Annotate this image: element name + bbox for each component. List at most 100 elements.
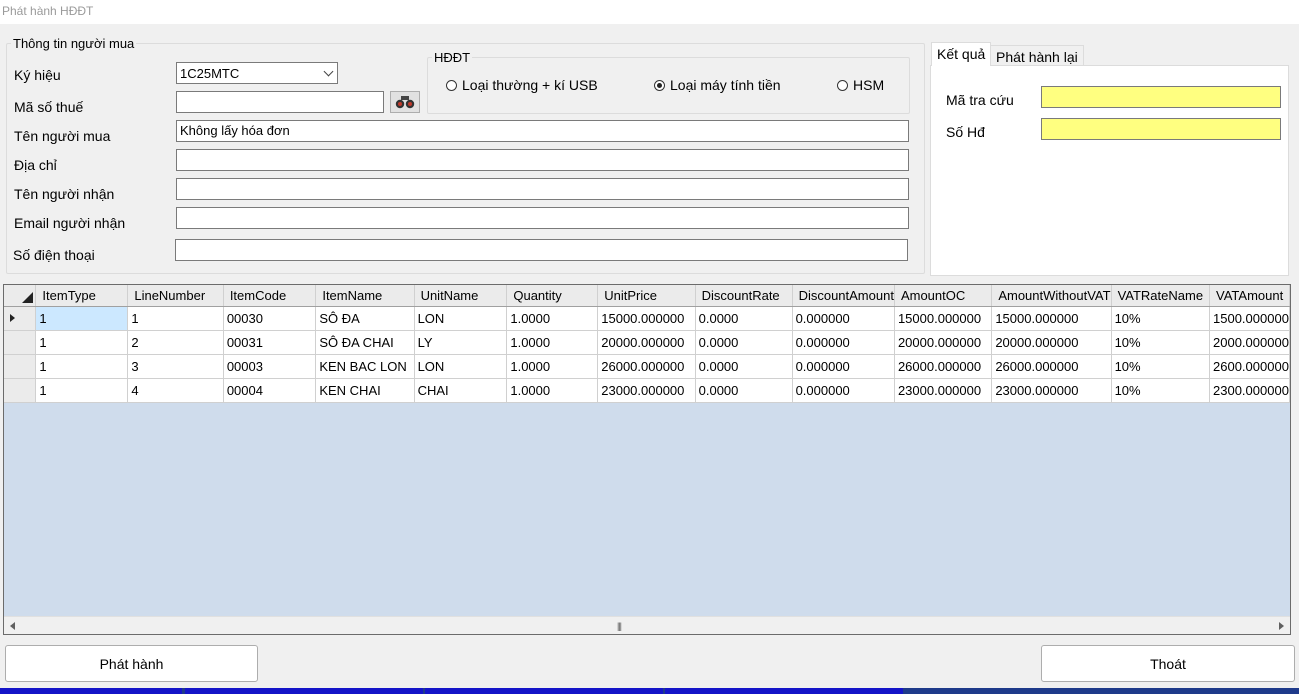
scroll-right-icon[interactable] — [1279, 622, 1284, 630]
table-cell[interactable]: 1.0000 — [506, 330, 599, 355]
table-cell[interactable]: 2300.000000 — [1209, 378, 1290, 403]
table-cell[interactable]: 4 — [127, 378, 224, 403]
table-cell[interactable]: CHAI — [414, 378, 508, 403]
table-cell[interactable]: 0.000000 — [792, 330, 895, 355]
radio-usb-sign[interactable]: Loại thường + kí USB — [446, 77, 598, 93]
table-cell[interactable]: LY — [414, 330, 508, 355]
table-row[interactable]: 1 2 00031 SÔ ĐA CHAI LY 1.0000 20000.000… — [4, 330, 1290, 355]
table-cell[interactable]: SÔ ĐA CHAI — [315, 330, 415, 355]
column-header[interactable]: UnitName — [414, 285, 508, 307]
tab-result[interactable]: Kết quả — [931, 42, 992, 66]
tax-code-input[interactable] — [176, 91, 384, 113]
column-header[interactable]: Quantity — [506, 285, 599, 307]
table-cell[interactable]: 00003 — [223, 354, 317, 379]
table-cell[interactable]: 00030 — [223, 306, 317, 331]
symbol-combobox[interactable]: 1C25MTC — [176, 62, 338, 84]
table-cell[interactable]: 1 — [35, 330, 129, 355]
table-cell[interactable]: 26000.000000 — [597, 354, 696, 379]
table-cell[interactable]: KEN BAC LON — [315, 354, 415, 379]
tab-reissue[interactable]: Phát hành lại — [990, 45, 1084, 66]
column-header[interactable]: LineNumber — [127, 285, 224, 307]
table-cell[interactable]: 0.000000 — [792, 354, 895, 379]
taskbar-segment — [0, 688, 182, 694]
column-header[interactable]: VATAmount — [1209, 285, 1290, 307]
row-header[interactable] — [4, 378, 37, 403]
table-cell[interactable]: 00031 — [223, 330, 317, 355]
column-header[interactable]: ItemName — [315, 285, 415, 307]
table-cell[interactable]: SÔ ĐA — [315, 306, 415, 331]
lookup-tax-button[interactable] — [390, 91, 420, 113]
table-cell[interactable]: 1 — [35, 354, 129, 379]
table-cell[interactable]: 0.0000 — [695, 378, 793, 403]
table-cell[interactable]: 1 — [127, 306, 224, 331]
table-cell[interactable]: 10% — [1111, 378, 1211, 403]
table-cell[interactable]: 20000.000000 — [991, 330, 1112, 355]
buyer-name-input[interactable]: Không lấy hóa đơn — [176, 120, 909, 142]
phone-input[interactable] — [175, 239, 908, 261]
row-header[interactable] — [4, 354, 37, 379]
table-cell[interactable]: 0.0000 — [695, 354, 793, 379]
table-cell[interactable]: 1.0000 — [506, 378, 599, 403]
receiver-name-input[interactable] — [176, 178, 909, 200]
taskbar-strip — [0, 688, 1299, 694]
table-cell[interactable]: 10% — [1111, 306, 1211, 331]
table-row[interactable]: 1 3 00003 KEN BAC LON LON 1.0000 26000.0… — [4, 354, 1290, 379]
table-cell[interactable]: LON — [414, 354, 508, 379]
table-cell[interactable]: 2 — [127, 330, 224, 355]
column-header[interactable]: VATRateName — [1111, 285, 1211, 307]
column-header[interactable]: ItemCode — [223, 285, 317, 307]
table-cell[interactable]: 0.0000 — [695, 306, 793, 331]
issue-button[interactable]: Phát hành — [5, 645, 258, 682]
column-header[interactable]: DiscountAmount — [792, 285, 895, 307]
table-cell[interactable]: 2000.000000 — [1209, 330, 1290, 355]
table-cell[interactable]: 2600.000000 — [1209, 354, 1290, 379]
row-header[interactable] — [4, 330, 37, 355]
column-header[interactable]: ItemType — [35, 285, 129, 307]
table-cell[interactable]: 1.0000 — [506, 306, 599, 331]
table-cell[interactable]: LON — [414, 306, 508, 331]
table-cell[interactable]: 0.0000 — [695, 330, 793, 355]
horizontal-scrollbar[interactable]: ||| — [4, 616, 1290, 634]
radio-hsm[interactable]: HSM — [837, 77, 884, 93]
table-cell[interactable]: 20000.000000 — [597, 330, 696, 355]
table-cell[interactable]: 1500.000000 — [1209, 306, 1290, 331]
table-cell[interactable]: 26000.000000 — [894, 354, 993, 379]
table-cell[interactable]: 15000.000000 — [894, 306, 993, 331]
table-row[interactable]: 1 1 00030 SÔ ĐA LON 1.0000 15000.000000 … — [4, 306, 1290, 331]
grid-corner[interactable] — [4, 285, 37, 307]
table-cell[interactable]: 1.0000 — [506, 354, 599, 379]
row-header[interactable] — [4, 306, 37, 331]
table-cell[interactable]: 0.000000 — [792, 306, 895, 331]
taskbar-segment — [185, 688, 423, 694]
table-cell[interactable]: 23000.000000 — [991, 378, 1112, 403]
exit-button[interactable]: Thoát — [1041, 645, 1295, 682]
table-cell[interactable]: 15000.000000 — [597, 306, 696, 331]
table-cell[interactable]: 10% — [1111, 354, 1211, 379]
column-header[interactable]: DiscountRate — [695, 285, 793, 307]
column-header[interactable]: UnitPrice — [597, 285, 696, 307]
table-cell[interactable]: 23000.000000 — [894, 378, 993, 403]
items-grid[interactable]: ItemType LineNumber ItemCode ItemName Un… — [3, 284, 1291, 635]
scroll-grip[interactable]: ||| — [617, 621, 622, 631]
buyer-name-label: Tên người mua — [14, 128, 111, 144]
table-cell[interactable]: 23000.000000 — [597, 378, 696, 403]
table-cell[interactable]: 1 — [35, 378, 129, 403]
receiver-email-input[interactable] — [176, 207, 909, 229]
table-cell[interactable]: 00004 — [223, 378, 317, 403]
radio-cash-register[interactable]: Loại máy tính tiền — [654, 77, 781, 93]
table-cell[interactable]: 15000.000000 — [991, 306, 1112, 331]
table-cell[interactable]: 20000.000000 — [894, 330, 993, 355]
lookup-code-input[interactable] — [1041, 86, 1281, 108]
table-cell[interactable]: 3 — [127, 354, 224, 379]
column-header[interactable]: AmountWithoutVAT — [991, 285, 1112, 307]
invoice-number-input[interactable] — [1041, 118, 1281, 140]
column-header[interactable]: AmountOC — [894, 285, 993, 307]
scroll-left-icon[interactable] — [10, 622, 15, 630]
table-cell[interactable]: 10% — [1111, 330, 1211, 355]
table-cell[interactable]: 1 — [35, 306, 129, 331]
table-cell[interactable]: 0.000000 — [792, 378, 895, 403]
table-row[interactable]: 1 4 00004 KEN CHAI CHAI 1.0000 23000.000… — [4, 378, 1290, 403]
table-cell[interactable]: 26000.000000 — [991, 354, 1112, 379]
address-input[interactable] — [176, 149, 909, 171]
table-cell[interactable]: KEN CHAI — [315, 378, 415, 403]
